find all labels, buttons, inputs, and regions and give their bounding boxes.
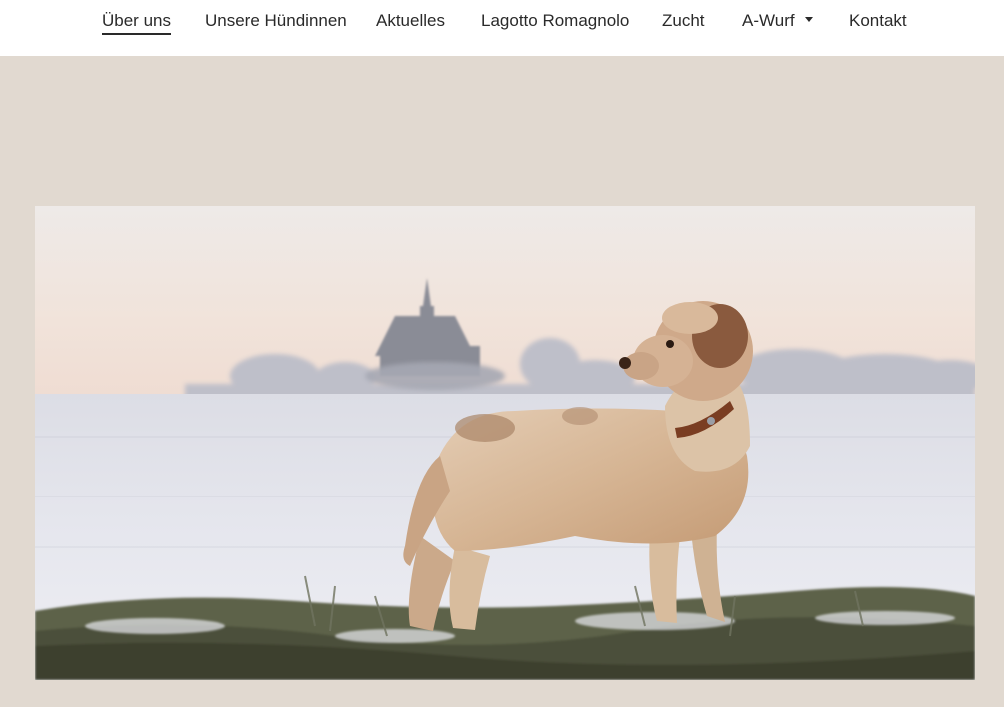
nav-item-ueber-uns[interactable]: Über uns	[102, 10, 171, 35]
header-bar: Über uns Unsere Hündinnen Aktuelles Lago…	[0, 0, 1004, 56]
hero-image	[35, 206, 975, 680]
nav-item-a-wurf[interactable]: A-Wurf	[742, 10, 813, 32]
main-navigation: Über uns Unsere Hündinnen Aktuelles Lago…	[0, 0, 1004, 56]
nav-item-kontakt[interactable]: Kontakt	[849, 10, 907, 32]
chevron-down-icon	[804, 17, 813, 23]
nav-item-aktuelles[interactable]: Aktuelles	[376, 10, 445, 32]
nav-item-lagotto-romagnolo[interactable]: Lagotto Romagnolo	[481, 10, 629, 32]
nav-item-a-wurf-label: A-Wurf	[742, 11, 795, 30]
nav-item-unsere-huendinnen[interactable]: Unsere Hündinnen	[205, 10, 347, 32]
dog-in-snow-photo	[35, 206, 975, 680]
nav-item-zucht[interactable]: Zucht	[662, 10, 705, 32]
